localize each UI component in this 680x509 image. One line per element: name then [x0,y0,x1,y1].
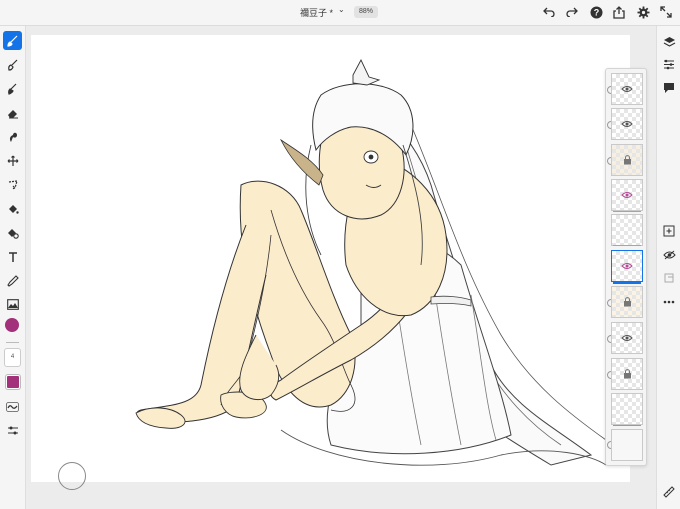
eye-icon[interactable] [621,332,633,344]
eye-icon[interactable] [621,260,633,272]
brush-settings-icon[interactable] [3,421,22,440]
layer-thumbnail[interactable] [611,322,643,354]
layer-divider [613,245,641,246]
color-picker[interactable] [5,318,19,332]
smudge-icon[interactable] [3,127,22,146]
eraser-icon[interactable] [3,103,22,122]
drawing-canvas[interactable] [31,35,630,482]
artwork-illustration [135,58,607,466]
layer-thumbnail[interactable] [611,214,643,246]
brush-size-slider[interactable]: 4 [4,348,21,367]
layer-thumbnail-selected[interactable] [611,250,643,282]
layer-divider [613,425,641,426]
fullscreen-icon[interactable] [658,4,674,20]
eraser-brush-icon[interactable] [3,55,22,74]
layers-icon[interactable] [661,34,677,50]
document-title[interactable]: 禰豆子 * [300,6,333,19]
text-icon[interactable] [3,247,22,266]
lock-icon[interactable] [621,296,633,308]
chevron-down-icon[interactable]: ⌄ [338,5,345,14]
right-toolbar [656,26,680,509]
lasso-select-icon[interactable] [3,175,22,194]
fill-brush-icon[interactable] [3,79,22,98]
settings-icon[interactable] [635,4,651,20]
eyedropper-icon[interactable] [3,271,22,290]
layer-thumbnail[interactable] [611,393,643,425]
color-swatch[interactable] [6,375,20,389]
properties-icon[interactable] [661,56,677,72]
layer-thumbnail[interactable] [611,179,643,211]
layer-thumbnail[interactable] [611,108,643,140]
layer-thumbnail[interactable] [611,73,643,105]
layer-divider [613,282,641,284]
layer-divider [613,211,641,212]
ruler-icon[interactable] [661,484,677,500]
image-icon[interactable] [3,295,22,314]
layer-adjust-icon[interactable] [661,270,677,286]
top-bar: 禰豆子 * ⌄ 88% ? [0,0,680,26]
undo-icon[interactable] [541,4,557,20]
zoom-level[interactable]: 88% [354,6,378,18]
divider [6,342,19,343]
layer-thumbnail[interactable] [611,144,643,176]
paint-brush-icon[interactable] [3,31,22,50]
layers-panel [605,68,647,466]
shape-icon[interactable] [3,223,22,242]
lock-icon[interactable] [621,154,633,166]
brush-stroke-icon[interactable] [3,397,22,416]
svg-text:?: ? [593,7,599,17]
redo-icon[interactable] [564,4,580,20]
layer-thumbnail[interactable] [611,358,643,390]
move-transform-icon[interactable] [3,151,22,170]
left-toolbar: 4 [0,26,26,509]
help-icon[interactable]: ? [588,4,604,20]
share-icon[interactable] [611,4,627,20]
layer-thumbnail[interactable] [611,286,643,318]
eye-icon[interactable] [621,118,633,130]
comments-icon[interactable] [661,80,677,96]
eye-icon[interactable] [621,189,633,201]
hide-layer-icon[interactable] [661,247,677,263]
eye-icon[interactable] [621,83,633,95]
paint-bucket-icon[interactable] [3,199,22,218]
lock-icon[interactable] [621,368,633,380]
add-layer-icon[interactable] [661,223,677,239]
more-icon[interactable] [661,294,677,310]
background-layer-thumbnail[interactable] [611,429,643,461]
brush-cursor [58,462,86,490]
